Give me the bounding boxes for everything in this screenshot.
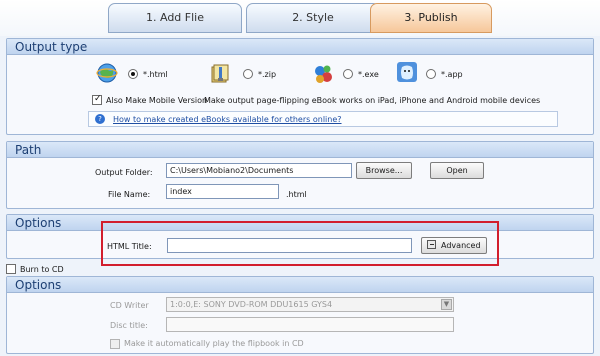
mobile-version-label: Also Make Mobile Version — [106, 96, 208, 105]
cd-writer-select[interactable]: 1:0:0,E: SONY DVD-ROM DDU1615 GYS4 ▼ — [166, 297, 454, 312]
file-name-input[interactable]: index — [166, 184, 279, 199]
tab-publish[interactable]: 3. Publish — [370, 3, 492, 33]
radio-zip-button[interactable] — [243, 69, 253, 79]
mobile-version-description: Make output page-flipping eBook works on… — [204, 96, 541, 105]
file-name-label: File Name: — [108, 190, 151, 199]
radio-app[interactable]: *.app — [426, 69, 463, 81]
disc-title-label: Disc title: — [110, 321, 148, 330]
autoplay-checkbox[interactable] — [110, 339, 120, 349]
cd-writer-value: 1:0:0,E: SONY DVD-ROM DDU1615 GYS4 — [170, 300, 333, 309]
radio-exe[interactable]: *.exe — [343, 69, 379, 81]
tab-bar: 1. Add Flie 2. Style 3. Publish — [0, 0, 600, 36]
exe-icon — [312, 63, 334, 85]
chevron-down-icon[interactable]: ▼ — [441, 299, 452, 310]
tab-add-file[interactable]: 1. Add Flie — [108, 3, 242, 33]
tab-style[interactable]: 2. Style — [246, 3, 380, 33]
options-cd-header: Options — [7, 277, 593, 293]
mac-icon — [396, 61, 418, 83]
output-folder-input[interactable]: C:\Users\Mobiano2\Documents — [166, 163, 352, 178]
burn-to-cd-label: Burn to CD — [20, 265, 64, 274]
burn-to-cd-checkbox[interactable] — [6, 264, 16, 274]
globe-icon — [96, 62, 118, 84]
help-link[interactable]: How to make created eBooks available for… — [113, 115, 342, 124]
radio-app-button[interactable] — [426, 69, 436, 79]
browse-button[interactable]: Browse... — [356, 162, 412, 179]
disc-title-input[interactable] — [166, 317, 454, 332]
help-bar: ? How to make created eBooks available f… — [88, 111, 558, 127]
autoplay-label: Make it automatically play the flipbook … — [124, 339, 304, 348]
output-folder-label: Output Folder: — [95, 168, 153, 177]
mobile-version-checkbox[interactable] — [92, 94, 102, 105]
radio-html-label: *.html — [143, 70, 168, 79]
file-extension-label: .html — [286, 190, 307, 199]
output-type-header: Output type — [7, 39, 593, 55]
open-button[interactable]: Open — [430, 162, 484, 179]
radio-html-button[interactable] — [128, 69, 138, 79]
radio-exe-label: *.exe — [358, 70, 379, 79]
zip-icon — [210, 63, 232, 85]
highlight-outline — [101, 221, 499, 266]
radio-html[interactable]: *.html — [128, 69, 168, 81]
help-icon: ? — [95, 114, 105, 124]
path-header: Path — [7, 142, 593, 158]
radio-zip-label: *.zip — [258, 70, 277, 79]
radio-app-label: *.app — [441, 70, 463, 79]
cd-writer-label: CD Writer — [110, 301, 149, 310]
radio-zip[interactable]: *.zip — [243, 69, 276, 81]
radio-exe-button[interactable] — [343, 69, 353, 79]
